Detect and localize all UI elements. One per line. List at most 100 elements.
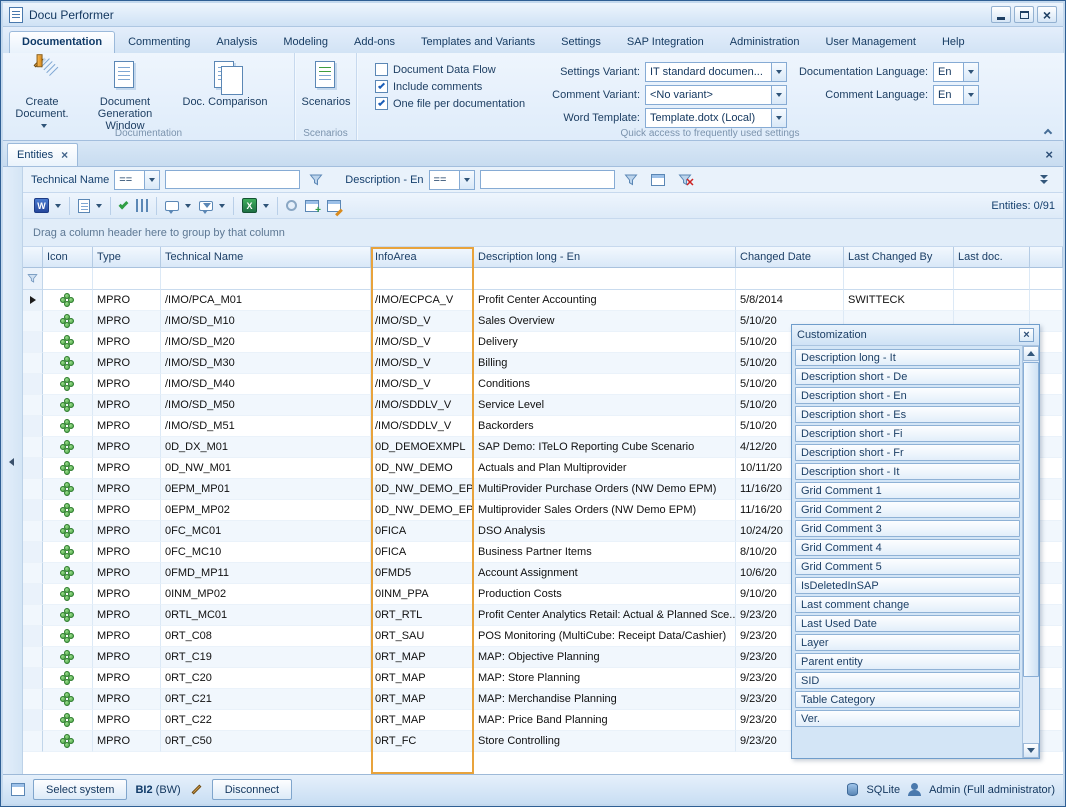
column-header-technical-name[interactable]: Technical Name [161, 247, 371, 268]
column-header-last-changed-by[interactable]: Last Changed By [844, 247, 954, 268]
combo-dropdown-button[interactable] [963, 86, 978, 104]
table-add-button[interactable] [302, 195, 322, 216]
customization-item-grid-comment-2[interactable]: Grid Comment 2 [795, 501, 1020, 518]
checkbox-document-data-flow[interactable]: Document Data Flow [375, 63, 541, 76]
customization-item-description-short-it[interactable]: Description short - It [795, 463, 1020, 480]
group-by-panel[interactable]: Drag a column header here to group by th… [23, 219, 1063, 247]
select-system-button[interactable]: Select system [33, 779, 127, 800]
user-label[interactable]: Admin (Full administrator) [929, 784, 1055, 796]
disconnect-button[interactable]: Disconnect [212, 779, 292, 800]
checkbox-one-file-per-documentation[interactable]: One file per documentation [375, 97, 541, 110]
customization-item-description-short-fr[interactable]: Description short - Fr [795, 444, 1020, 461]
column-header-type[interactable]: Type [93, 247, 161, 268]
checkbox-include-comments[interactable]: Include comments [375, 80, 541, 93]
description-filter-button[interactable] [620, 169, 642, 190]
combo-dropdown-button[interactable] [459, 171, 474, 189]
validate-button[interactable] [116, 195, 131, 216]
customization-item-grid-comment-4[interactable]: Grid Comment 4 [795, 539, 1020, 556]
customization-item-grid-comment-3[interactable]: Grid Comment 3 [795, 520, 1020, 537]
customization-item-grid-comment-5[interactable]: Grid Comment 5 [795, 558, 1020, 575]
combo-dropdown-button[interactable] [963, 63, 978, 81]
customization-item-sid[interactable]: SID [795, 672, 1020, 689]
filter-cell[interactable] [474, 268, 736, 290]
menu-tab-sap-integration[interactable]: SAP Integration [614, 31, 717, 53]
technical-name-filter-button[interactable] [305, 169, 327, 190]
menu-tab-administration[interactable]: Administration [717, 31, 813, 53]
log-icon[interactable] [11, 783, 25, 796]
tab-close-icon[interactable]: × [61, 149, 68, 161]
checkbox-box[interactable] [375, 80, 388, 93]
filter-cell[interactable] [161, 268, 371, 290]
menu-tab-analysis[interactable]: Analysis [203, 31, 270, 53]
filter-options-button[interactable] [1033, 169, 1055, 190]
menu-tab-commenting[interactable]: Commenting [115, 31, 203, 53]
refresh-button[interactable] [283, 195, 300, 216]
checkbox-box[interactable] [375, 63, 388, 76]
field-chooser-button[interactable] [647, 169, 669, 190]
combo-dropdown-button[interactable] [771, 63, 786, 81]
checkbox-box[interactable] [375, 97, 388, 110]
filter-cell[interactable] [844, 268, 954, 290]
left-splitter[interactable] [3, 167, 23, 774]
column-header-description-long-en[interactable]: Description long - En [474, 247, 736, 268]
filter-cell[interactable] [43, 268, 93, 290]
description-input[interactable] [480, 170, 615, 189]
filter-cell[interactable] [954, 268, 1030, 290]
filter-cell[interactable] [736, 268, 844, 290]
customization-header[interactable]: Customization × [792, 325, 1039, 346]
clear-filter-button[interactable]: ✕ [674, 169, 696, 190]
language-combo-comment-language[interactable]: En [933, 85, 979, 105]
customization-item-parent-entity[interactable]: Parent entity [795, 653, 1020, 670]
column-header-last-doc[interactable]: Last doc. [954, 247, 1030, 268]
edit-system-icon[interactable] [191, 785, 201, 795]
combo-dropdown-button[interactable] [771, 109, 786, 127]
close-panel-button[interactable]: × [1039, 147, 1059, 162]
close-button[interactable]: × [1037, 6, 1057, 23]
menu-tab-add-ons[interactable]: Add-ons [341, 31, 408, 53]
columns-button[interactable] [133, 195, 151, 216]
column-header-infoarea[interactable]: InfoArea [371, 247, 474, 268]
ribbon-collapse-button[interactable] [1041, 125, 1055, 137]
customization-item-grid-comment-1[interactable]: Grid Comment 1 [795, 482, 1020, 499]
field-combo-settings-variant[interactable]: IT standard documen... [645, 62, 787, 82]
language-combo-documentation-language[interactable]: En [933, 62, 979, 82]
filter-cell[interactable] [371, 268, 474, 290]
document-generation-window-button[interactable]: Document Generation Window [77, 57, 173, 134]
scroll-down-button[interactable] [1023, 743, 1039, 758]
menu-tab-user-management[interactable]: User Management [812, 31, 929, 53]
combo-dropdown-button[interactable] [771, 86, 786, 104]
combo-dropdown-button[interactable] [144, 171, 159, 189]
comment-filter-button[interactable] [196, 195, 228, 216]
minimize-button[interactable] [991, 6, 1011, 23]
column-header-icon[interactable]: Icon [43, 247, 93, 268]
scrollbar-thumb[interactable] [1023, 362, 1039, 677]
field-combo-comment-variant[interactable]: <No variant> [645, 85, 787, 105]
technical-name-input[interactable] [165, 170, 300, 189]
menu-tab-help[interactable]: Help [929, 31, 978, 53]
technical-name-operator-combo[interactable]: == [114, 170, 160, 190]
customization-item-description-short-es[interactable]: Description short - Es [795, 406, 1020, 423]
scroll-up-button[interactable] [1023, 346, 1039, 361]
table-settings-button[interactable] [324, 195, 344, 216]
customization-item-last-comment-change[interactable]: Last comment change [795, 596, 1020, 613]
table-row[interactable]: MPRO/IMO/PCA_M01/IMO/ECPCA_VProfit Cente… [23, 290, 1063, 311]
customization-close-button[interactable]: × [1019, 328, 1034, 342]
column-header-changed-date[interactable]: Changed Date [736, 247, 844, 268]
customization-item-layer[interactable]: Layer [795, 634, 1020, 651]
menu-tab-settings[interactable]: Settings [548, 31, 614, 53]
generate-document-button[interactable] [75, 195, 105, 216]
customization-item-description-short-de[interactable]: Description short - De [795, 368, 1020, 385]
filter-cell[interactable] [93, 268, 161, 290]
tab-entities[interactable]: Entities × [7, 143, 78, 166]
customization-item-description-short-en[interactable]: Description short - En [795, 387, 1020, 404]
customization-item-isdeletedinsap[interactable]: IsDeletedInSAP [795, 577, 1020, 594]
menu-tab-documentation[interactable]: Documentation [9, 31, 115, 53]
customization-item-ver[interactable]: Ver. [795, 710, 1020, 727]
customization-scrollbar[interactable] [1022, 346, 1039, 758]
create-document-button[interactable]: Create Document. [7, 57, 77, 134]
maximize-button[interactable] [1014, 6, 1034, 23]
database-label[interactable]: SQLite [866, 784, 900, 796]
customization-item-last-used-date[interactable]: Last Used Date [795, 615, 1020, 632]
menu-tab-modeling[interactable]: Modeling [270, 31, 341, 53]
export-word-button[interactable]: W [31, 195, 64, 216]
